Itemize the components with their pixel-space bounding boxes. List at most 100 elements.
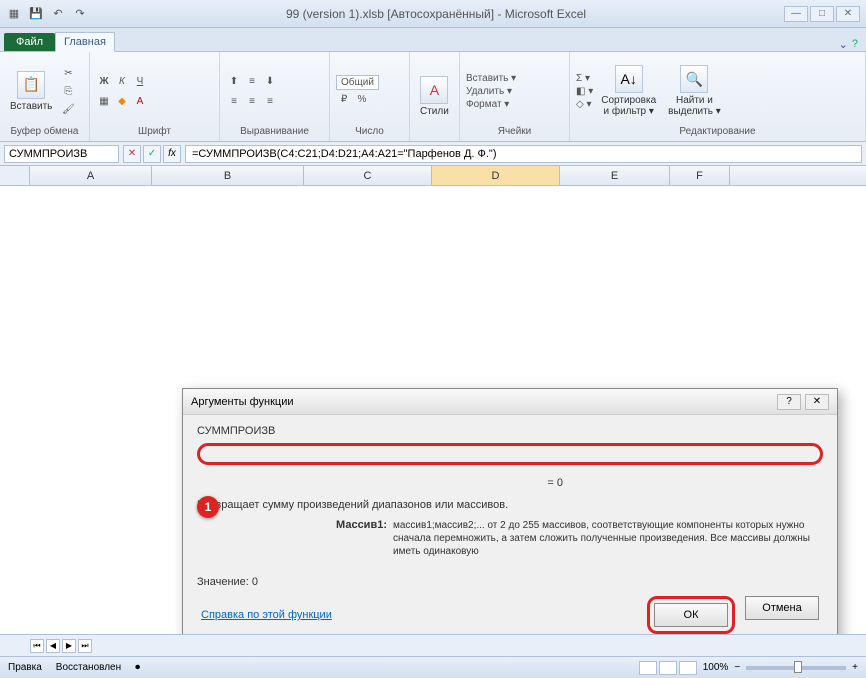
undo-icon[interactable]: ↶ (50, 6, 66, 22)
quick-access-toolbar: ▦ 💾 ↶ ↷ (6, 6, 88, 22)
view-layout-icon[interactable] (659, 661, 677, 675)
format-cells-button[interactable]: Формат ▾ (466, 99, 516, 110)
dialog-help-button[interactable]: ? (777, 394, 801, 410)
align-left-icon[interactable]: ≡ (226, 93, 242, 109)
save-icon[interactable]: 💾 (28, 6, 44, 22)
view-normal-icon[interactable] (639, 661, 657, 675)
copy-icon[interactable]: ⎘ (60, 83, 76, 99)
italic-icon[interactable]: К (114, 73, 130, 89)
styles-icon: A (420, 76, 448, 104)
dialog-value: Значение: 0 (197, 576, 823, 588)
format-painter-icon[interactable]: 🖌 (60, 101, 76, 117)
delete-cells-button[interactable]: Удалить ▾ (466, 86, 516, 97)
col-header-e[interactable]: E (560, 166, 670, 185)
cancel-formula-icon[interactable]: ✕ (123, 145, 141, 163)
insert-cells-button[interactable]: Вставить ▾ (466, 73, 516, 84)
bold-icon[interactable]: Ж (96, 73, 112, 89)
ribbon-tabs: Файл Главная ⌄ ? (0, 28, 866, 52)
align-bot-icon[interactable]: ⬇ (262, 73, 278, 89)
underline-icon[interactable]: Ч (132, 73, 148, 89)
number-group-label: Число (336, 126, 403, 137)
clear-button[interactable]: ◇ ▾ (576, 99, 593, 110)
find-icon: 🔍 (680, 65, 708, 93)
clipboard-group-label: Буфер обмена (6, 126, 83, 137)
spreadsheet-grid[interactable]: A B C D E F Аргументы функции ? ✕ СУММПР… (0, 166, 866, 634)
name-box[interactable]: СУММПРОИЗВ (4, 145, 119, 163)
paste-icon: 📋 (17, 71, 45, 99)
select-all-corner[interactable] (0, 166, 30, 185)
window-buttons: — □ ✕ (784, 6, 860, 22)
callout-marker-1: 1 (197, 496, 219, 518)
styles-button[interactable]: A Стили (416, 74, 453, 119)
percent-icon[interactable]: % (354, 92, 370, 108)
sort-icon: A↓ (615, 65, 643, 93)
cut-icon[interactable]: ✂ (60, 65, 76, 81)
dialog-function-name: СУММПРОИЗВ (197, 425, 823, 437)
zoom-out-icon[interactable]: − (734, 662, 740, 673)
zoom-slider[interactable] (746, 666, 846, 670)
minimize-ribbon-icon[interactable]: ⌄ (839, 38, 848, 51)
ok-button[interactable]: ОК (654, 603, 728, 627)
fx-icon[interactable]: fx (163, 145, 181, 163)
paste-button[interactable]: 📋 Вставить (6, 69, 56, 114)
close-button[interactable]: ✕ (836, 6, 860, 22)
col-header-b[interactable]: B (152, 166, 304, 185)
align-group-label: Выравнивание (226, 126, 323, 137)
arg-desc-text: массив1;массив2;... от 2 до 255 массивов… (393, 519, 823, 558)
sheet-nav-prev-icon[interactable]: ◀ (46, 639, 60, 653)
function-arguments-dialog: Аргументы функции ? ✕ СУММПРОИЗВ 1 = 0 В… (182, 388, 838, 634)
sheet-tabs: ⏮ ◀ ▶ ⏭ (0, 634, 866, 656)
formula-input[interactable]: =СУММПРОИЗВ(C4:C21;D4:D21;A4:A21="Парфен… (185, 145, 862, 163)
status-mode: Правка (8, 662, 42, 673)
dialog-title: Аргументы функции (191, 396, 777, 408)
ribbon: 📋 Вставить ✂ ⎘ 🖌 Буфер обмена Ж К Ч ▦ ◆ (0, 52, 866, 142)
border-icon[interactable]: ▦ (96, 93, 112, 109)
align-mid-icon[interactable]: ≡ (244, 73, 260, 89)
zoom-level[interactable]: 100% (703, 662, 729, 673)
function-help-link[interactable]: Справка по этой функции (201, 609, 332, 621)
find-button[interactable]: 🔍 Найти и выделить ▾ (664, 63, 725, 119)
window-title: 99 (version 1).xlsb [Автосохранённый] - … (88, 7, 784, 21)
help-icon[interactable]: ? (852, 38, 858, 51)
cells-group-label: Ячейки (466, 126, 563, 137)
ribbon-tab-0[interactable]: Главная (55, 32, 115, 52)
status-recover: Восстановлен (56, 662, 121, 673)
maximize-button[interactable]: □ (810, 6, 834, 22)
macro-record-icon[interactable]: ⏺ (135, 662, 140, 673)
minimize-button[interactable]: — (784, 6, 808, 22)
arguments-panel: 1 (197, 443, 823, 465)
col-header-d[interactable]: D (432, 166, 560, 185)
file-tab[interactable]: Файл (4, 33, 55, 51)
title-bar: ▦ 💾 ↶ ↷ 99 (version 1).xlsb [Автосохранё… (0, 0, 866, 28)
fill-button[interactable]: ◧ ▾ (576, 86, 593, 97)
currency-icon[interactable]: ₽ (336, 92, 352, 108)
formula-bar: СУММПРОИЗВ ✕ ✓ fx =СУММПРОИЗВ(C4:C21;D4:… (0, 142, 866, 166)
sheet-nav-first-icon[interactable]: ⏮ (30, 639, 44, 653)
sheet-nav-last-icon[interactable]: ⏭ (78, 639, 92, 653)
sheet-nav-next-icon[interactable]: ▶ (62, 639, 76, 653)
column-headers: A B C D E F (0, 166, 866, 186)
view-pagebreak-icon[interactable] (679, 661, 697, 675)
dialog-result: = 0 (197, 477, 823, 489)
font-color-icon[interactable]: A (132, 93, 148, 109)
zoom-in-icon[interactable]: + (852, 662, 858, 673)
fill-color-icon[interactable]: ◆ (114, 93, 130, 109)
arg-desc-label: Массив1: (197, 519, 387, 558)
excel-icon: ▦ (6, 6, 22, 22)
status-bar: Правка Восстановлен ⏺ 100% − + (0, 656, 866, 678)
sort-filter-button[interactable]: A↓ Сортировка и фильтр ▾ (597, 63, 660, 119)
cancel-button[interactable]: Отмена (745, 596, 819, 620)
accept-formula-icon[interactable]: ✓ (143, 145, 161, 163)
number-format-select[interactable]: Общий (336, 75, 379, 90)
align-top-icon[interactable]: ⬆ (226, 73, 242, 89)
align-center-icon[interactable]: ≡ (244, 93, 260, 109)
dialog-close-button[interactable]: ✕ (805, 394, 829, 410)
autosum-button[interactable]: Σ ▾ (576, 73, 593, 84)
redo-icon[interactable]: ↷ (72, 6, 88, 22)
col-header-a[interactable]: A (30, 166, 152, 185)
col-header-c[interactable]: C (304, 166, 432, 185)
font-group-label: Шрифт (96, 126, 213, 137)
align-right-icon[interactable]: ≡ (262, 93, 278, 109)
col-header-f[interactable]: F (670, 166, 730, 185)
dialog-description: Возвращает сумму произведений диапазонов… (197, 499, 823, 511)
